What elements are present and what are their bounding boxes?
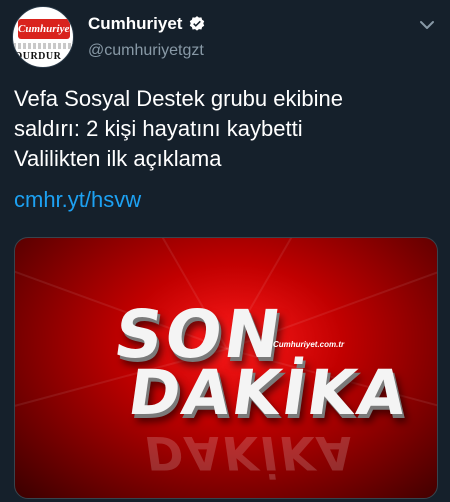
tweet-link[interactable]: cmhr.yt/hsvw [14, 185, 141, 215]
avatar[interactable]: Cumhuriyet DURDUR [12, 6, 74, 68]
tweet-line: Valilikten ilk açıklama [14, 146, 222, 171]
avatar-caption: DURDUR [15, 51, 62, 62]
account-handle[interactable]: @cumhuriyetgzt [88, 42, 204, 60]
tweet-line: saldırı: 2 kişi hayatını kaybetti [14, 116, 303, 141]
tweet-text: Vefa Sosyal Destek grubu ekibine saldırı… [14, 84, 438, 174]
display-name[interactable]: Cumhuriyet [88, 14, 182, 34]
headline-reflection: DAKİKA [141, 426, 359, 480]
verified-badge-icon [188, 15, 206, 33]
name-row: Cumhuriyet [88, 12, 206, 36]
tweet-line: Vefa Sosyal Destek grubu ekibine [14, 86, 343, 111]
avatar-stripe [13, 43, 73, 49]
headline-dakika: DAKİKA [123, 356, 413, 429]
brand-watermark: Cumhuriyet.com.tr [273, 340, 345, 349]
avatar-logo: Cumhuriyet [18, 19, 72, 39]
chevron-down-icon[interactable] [418, 16, 436, 34]
tweet-header: Cumhuriyet DURDUR Cumhuriyet @cumhuriyet… [12, 6, 438, 74]
tweet-media-image[interactable]: DAKİKA SON Cumhuriyet.com.tr DAKİKA [14, 237, 438, 499]
